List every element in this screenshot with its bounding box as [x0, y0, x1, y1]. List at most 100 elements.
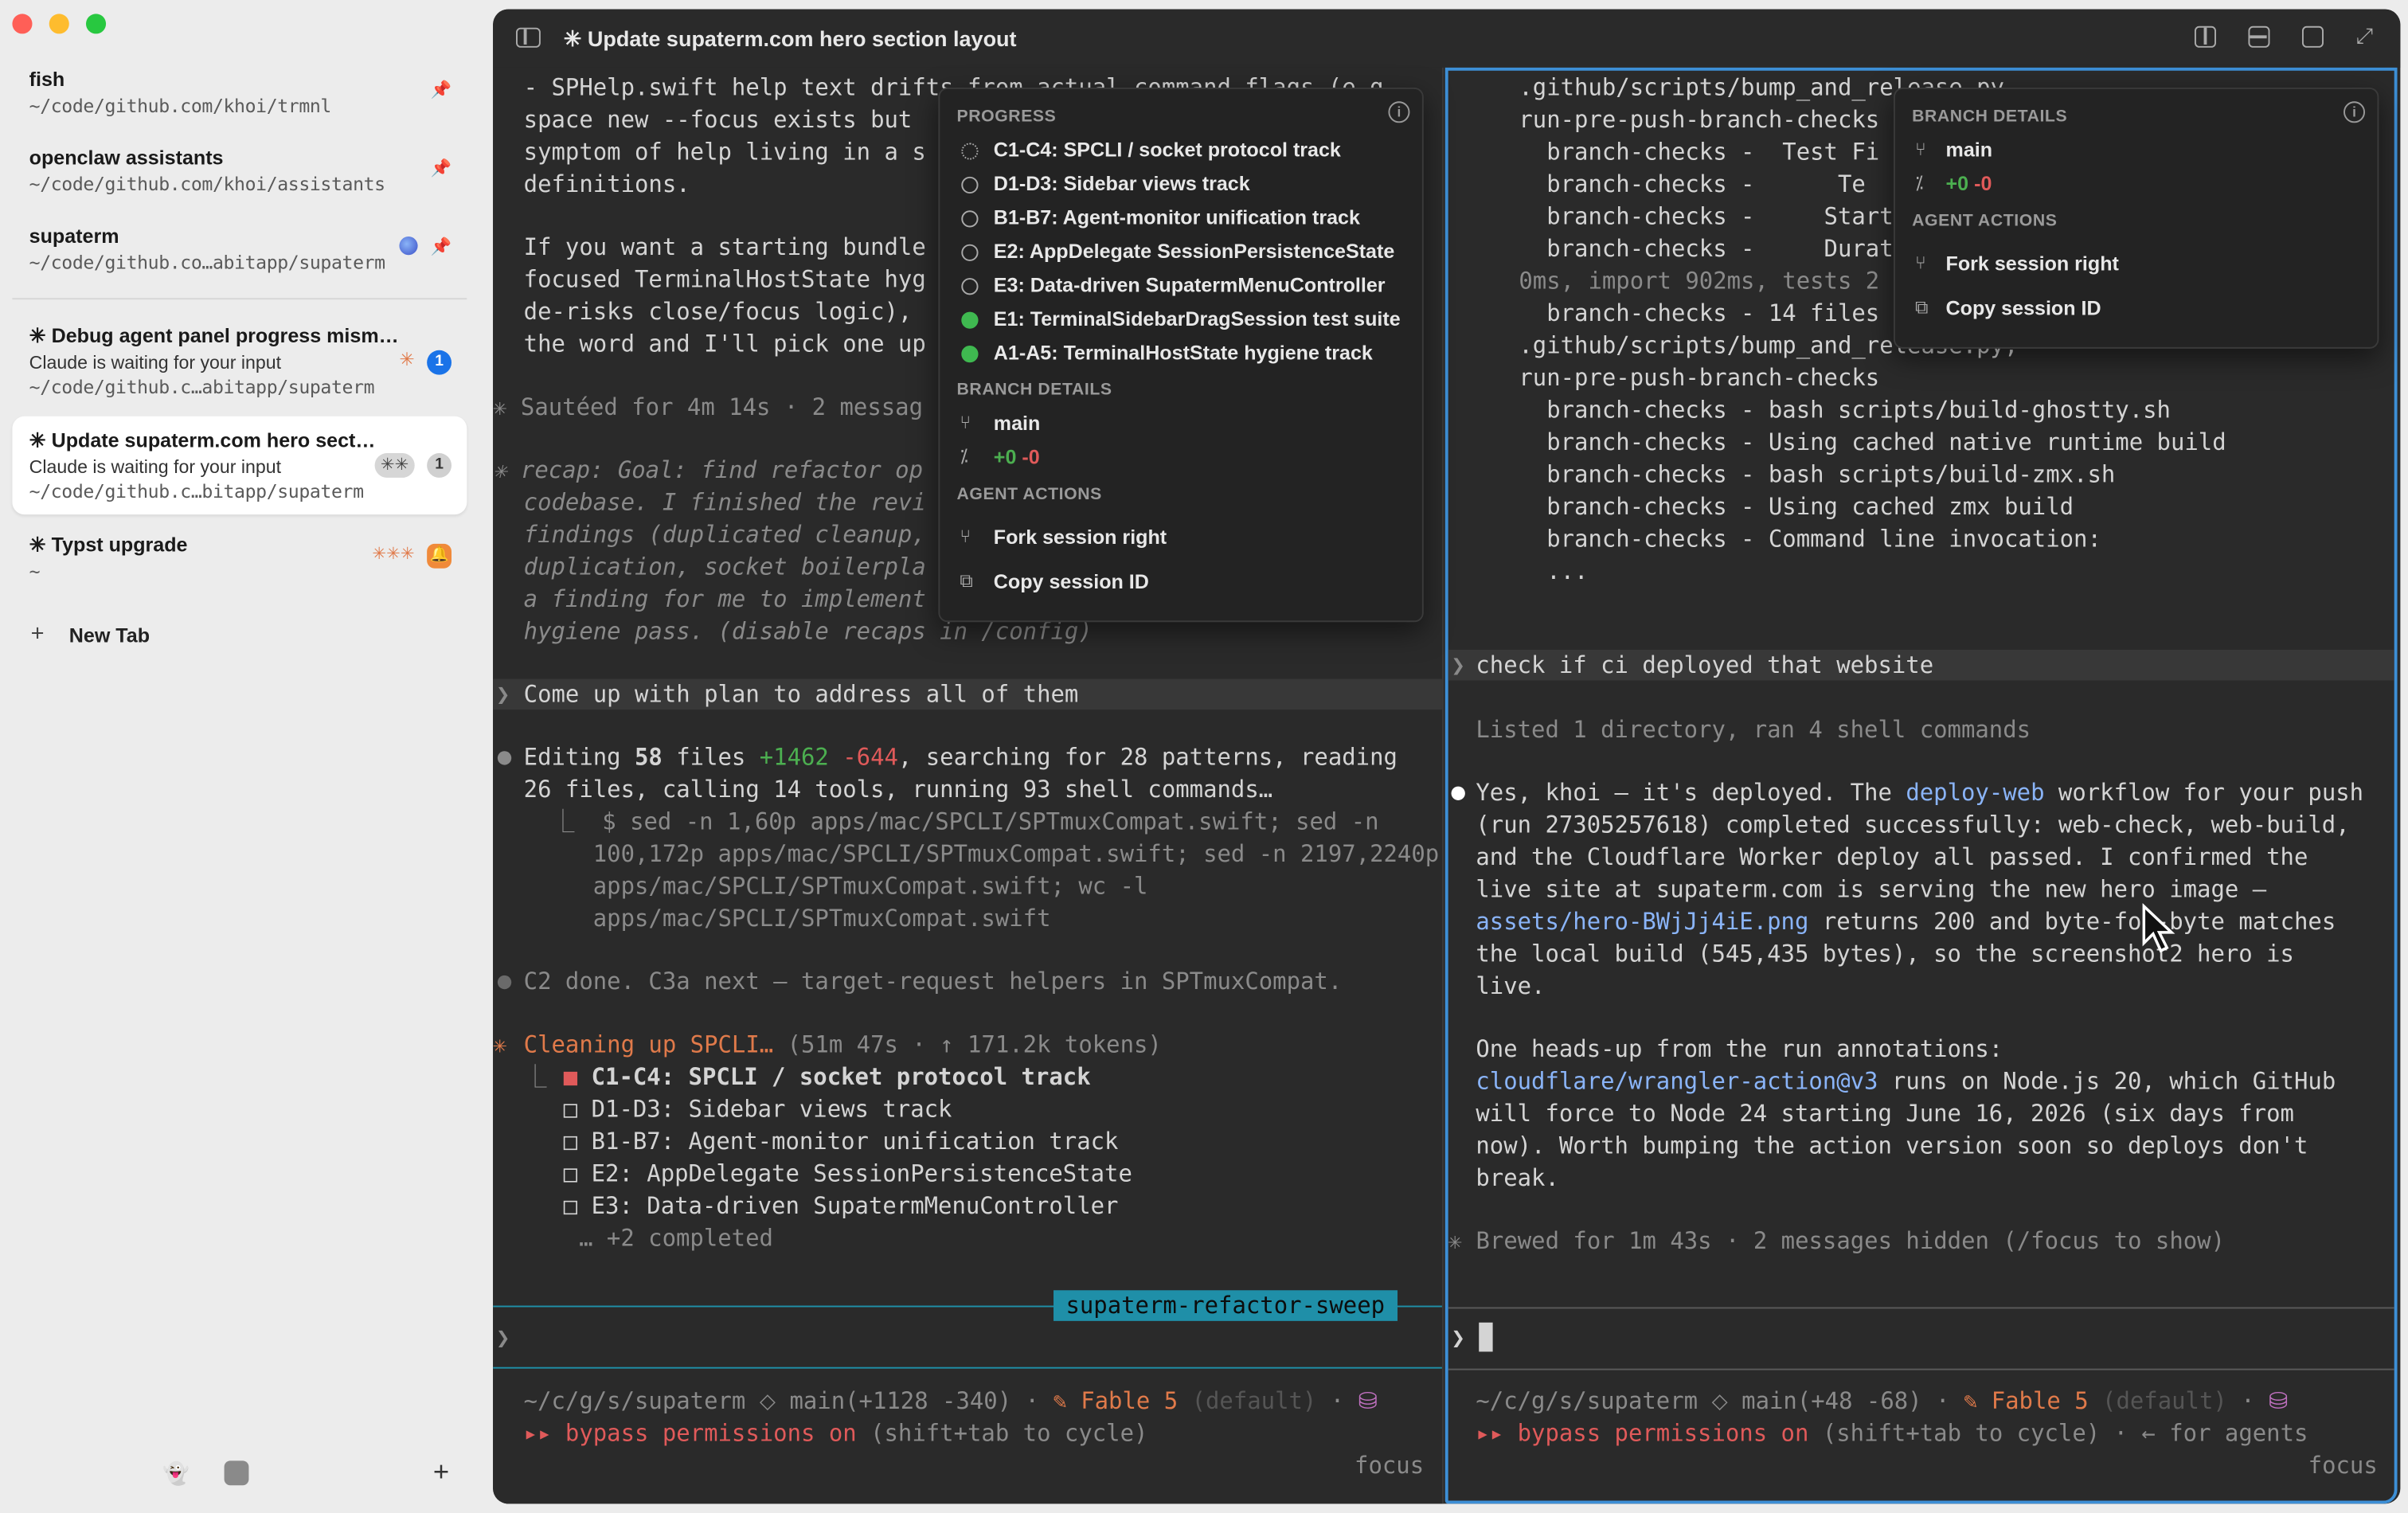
prompt-char: ❯ — [1451, 1323, 1465, 1352]
fork-icon: ⑂ — [1914, 252, 1926, 274]
fork-session-button[interactable]: Fork session right — [994, 526, 1167, 549]
plus-icon: + — [30, 620, 45, 647]
output-line: codebase. I finished the revi — [523, 488, 926, 517]
sidebar-item-title: ✳ Update supaterm.com hero sect… — [29, 428, 376, 452]
branch-icon: ⑂ — [1914, 138, 1926, 160]
answer-line: will force to Node 24 starting June 16, … — [1476, 1100, 2294, 1128]
user-prompt: Come up with plan to address all of them — [523, 680, 1079, 709]
diff-icon: ⁒ — [1914, 172, 1924, 194]
branch-tag: supaterm-refactor-sweep — [1054, 1290, 1398, 1321]
sidebar-item-openclaw[interactable]: openclaw assistants ~/code/github.com/kh… — [12, 137, 467, 205]
progress-header: PROGRESS — [956, 108, 1057, 127]
sidebar-item-path: ~/code/github.com/khoi/assistants — [29, 173, 385, 195]
split-horizontal-icon[interactable] — [2248, 25, 2270, 48]
answer-line: now). Worth bumping the action version s… — [1476, 1132, 2308, 1160]
sidebar-item-fish[interactable]: fish ~/code/github.com/khoi/trmnl 📌 — [12, 58, 467, 126]
command-line: 100,172p apps/mac/SPCLI/SPTmuxCompat.swi… — [523, 840, 1440, 868]
answer-line: cloudflare/wrangler-action@v3 runs on No… — [1476, 1067, 2336, 1096]
claude-spark-icon: ✳✳ — [374, 453, 415, 478]
document-icon[interactable] — [2301, 25, 2324, 48]
output-line: ✳ Sautéed for 4m 14s · 2 messag — [493, 393, 924, 421]
branch-details-header: BRANCH DETAILS — [956, 381, 1112, 400]
task-item: □ E3: Data-driven SupatermMenuController — [563, 1191, 1119, 1220]
sidebar-item-path: ~ — [29, 561, 41, 583]
sidebar-item-typst-upgrade[interactable]: ✳ Typst upgrade ~ ✳✳✳ 🔔 — [12, 524, 467, 592]
copy-session-id-button[interactable]: Copy session ID — [1946, 296, 2101, 319]
bypass-line: ▸▸ bypass permissions on (shift+tab to c… — [523, 1419, 1148, 1448]
ghost-icon[interactable]: 👻 — [162, 1460, 190, 1487]
output-line: branch-checks - Using cached native runt… — [1519, 428, 2226, 456]
status-line: ~/c/g/s/supaterm ⬦ main(+1128 -340) · ✎ … — [523, 1386, 1378, 1415]
zoom-window-button[interactable] — [86, 14, 107, 34]
sidebar-item-debug-agent-panel[interactable]: ✳ Debug agent panel progress mism… Claud… — [12, 315, 467, 404]
dice-icon[interactable] — [224, 1460, 249, 1486]
sidebar-item-path: ~/code/github.co…abitapp/supaterm — [29, 252, 385, 274]
output-line: de-risks close/focus logic), — [523, 298, 913, 326]
cleaning-line: Cleaning up SPCLI… (51m 47s · ↑ 171.2k t… — [523, 1030, 1162, 1059]
progress-item: E3: Data-driven SupatermMenuController — [993, 273, 1386, 297]
progress-item: A1-A5: TerminalHostState hygiene track — [993, 341, 1373, 365]
status-dot — [497, 975, 512, 990]
close-window-button[interactable] — [12, 14, 33, 34]
output-line: findings (duplicated cleanup, — [523, 520, 926, 549]
new-tab-button[interactable]: New Tab — [69, 624, 150, 647]
agent-actions-header: AGENT ACTIONS — [956, 485, 1102, 504]
copy-icon: ⧉ — [960, 569, 973, 592]
answer-line: live. — [1476, 972, 1546, 1000]
claude-spark-icon: ✳ — [399, 348, 415, 370]
text-cursor[interactable] — [1479, 1322, 1493, 1352]
progress-item: E2: AppDelegate SessionPersistenceState — [993, 239, 1395, 263]
diff-icon: ⁒ — [960, 445, 968, 467]
sidebar-item-path: ~/code/github.c…bitapp/supaterm — [29, 480, 364, 502]
in-progress-icon — [961, 143, 979, 160]
terminal-window: ✳ Update supaterm.com hero section layou… — [493, 9, 2401, 1504]
pin-icon[interactable]: 📌 — [431, 158, 452, 178]
branch-icon: ⑂ — [960, 411, 971, 433]
task-item: □ D1-D3: Sidebar views track — [563, 1095, 952, 1124]
fork-session-button[interactable]: Fork session right — [1946, 252, 2119, 275]
output-line: ... — [1519, 557, 1589, 585]
sidebar-item-path: ~/code/github.c…abitapp/supaterm — [29, 376, 375, 398]
check-circle-icon — [961, 311, 979, 329]
sidebar-item-path: ~/code/github.com/khoi/trmnl — [29, 95, 332, 117]
split-vertical-icon[interactable] — [2194, 25, 2216, 48]
sidebar-item-title: fish — [29, 67, 65, 91]
brewed-line: ✳ Brewed for 1m 43s · 2 messages hidden … — [1448, 1227, 2226, 1255]
user-prompt: check if ci deployed that website — [1476, 651, 1934, 679]
pin-icon[interactable]: 📌 — [431, 80, 452, 100]
output-line: definitions. — [523, 170, 690, 198]
sidebar-item-update-hero[interactable]: ✳ Update supaterm.com hero sect… Claude … — [12, 416, 467, 515]
expand-icon[interactable]: ⤢ — [2355, 23, 2373, 49]
focus-label: focus — [1354, 1451, 1425, 1480]
output-line: branch-checks - bash scripts/build-ghost… — [1519, 396, 2171, 424]
answer-line: Yes, khoi — it's deployed. The deploy-we… — [1476, 778, 2364, 807]
output-line: branch-checks - bash scripts/build-zmx.s… — [1519, 460, 2116, 489]
editing-summary-2: 26 files, calling 14 tools, running 93 s… — [523, 776, 1273, 803]
focus-label: focus — [2308, 1451, 2378, 1480]
editing-summary: Editing 58 files +1462 -644, searching f… — [523, 743, 1398, 772]
sidebar-item-status: Claude is waiting for your input — [29, 455, 282, 478]
output-line: branch-checks - Start — [1519, 202, 1894, 231]
output-line: a finding for me to implement — [523, 584, 926, 613]
prompt-divider — [1448, 1307, 2394, 1309]
completed-line: … +2 completed — [579, 1224, 773, 1253]
add-button[interactable]: + — [433, 1456, 449, 1489]
copy-session-id-button[interactable]: Copy session ID — [994, 570, 1149, 593]
sidebar: fish ~/code/github.com/khoi/trmnl 📌 open… — [0, 0, 489, 1513]
task-item-active: ■ C1-C4: SPCLI / socket protocol track — [563, 1062, 1091, 1091]
info-icon[interactable]: i — [1388, 101, 1410, 123]
progress-popover: PROGRESS i C1-C4: SPCLI / socket protoco… — [938, 87, 1424, 623]
output-line: branch-checks - Durat — [1519, 235, 1894, 263]
command-line: apps/mac/SPCLI/SPTmuxCompat.swift; wc -l — [523, 872, 1148, 901]
branch-name: main — [993, 411, 1041, 435]
unread-badge: 1 — [427, 350, 452, 375]
bell-icon: 🔔 — [427, 543, 452, 569]
info-icon[interactable]: i — [2344, 101, 2366, 123]
title-bar: ✳ Update supaterm.com hero section layou… — [493, 9, 2401, 68]
minimize-window-button[interactable] — [49, 14, 69, 34]
output-line: ✳ recap: Goal: find refactor op — [493, 455, 924, 484]
sidebar-item-supaterm[interactable]: supaterm ~/code/github.co…abitapp/supate… — [12, 215, 467, 283]
pane-divider[interactable] — [1441, 67, 1444, 1504]
sidebar-toggle-icon[interactable] — [516, 27, 541, 48]
pin-icon[interactable]: 📌 — [431, 237, 452, 256]
